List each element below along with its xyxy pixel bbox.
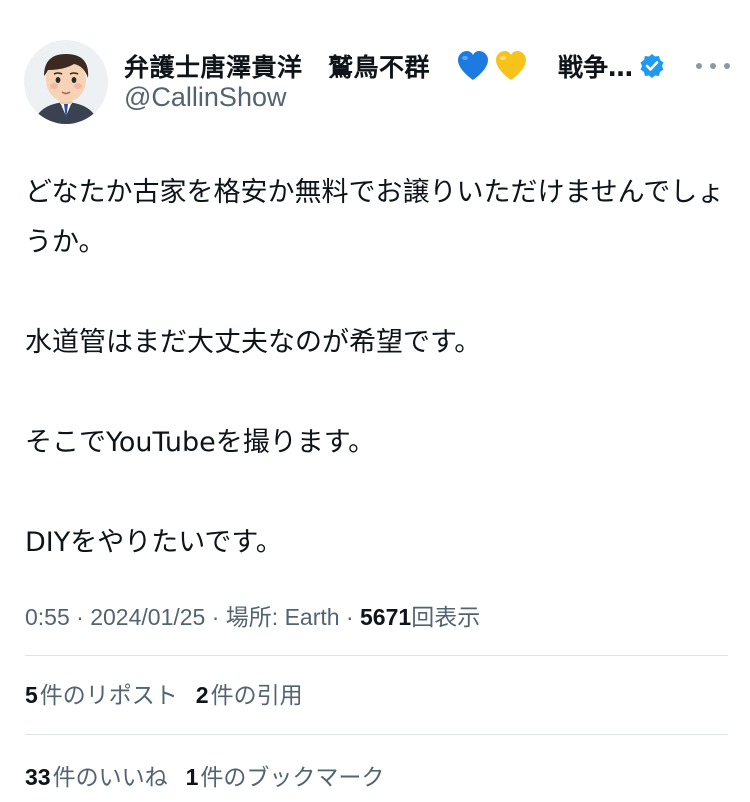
name-row: 弁護士唐澤貴洋 鷲鳥不群 戦争…: [124, 46, 730, 86]
likes-stat[interactable]: 33件のいいね: [25, 758, 168, 792]
quotes-label: 件の引用: [210, 682, 303, 708]
divider: [25, 734, 728, 735]
blue-heart-icon: [458, 51, 489, 80]
likes-count: 33: [25, 764, 51, 790]
meta-separator: ·: [76, 604, 91, 630]
avatar-illustration: [24, 40, 108, 124]
meta-separator: ·: [211, 604, 226, 630]
reposts-stat[interactable]: 5件のリポスト: [25, 676, 178, 710]
quotes-stat[interactable]: 2件の引用: [196, 676, 303, 710]
meta-separator: ·: [345, 604, 361, 630]
reposts-label: 件のリポスト: [39, 682, 178, 708]
bookmarks-stat[interactable]: 1件のブックマーク: [186, 758, 385, 792]
more-options-icon[interactable]: [696, 56, 730, 76]
tweet-time[interactable]: 0:55: [25, 604, 70, 630]
bookmarks-label: 件のブックマーク: [200, 764, 385, 790]
display-name-suffix[interactable]: 戦争…: [558, 48, 633, 84]
tweet-paragraph: そこでYouTubeを撮ります。: [25, 427, 376, 458]
likes-label: 件のいいね: [52, 764, 168, 790]
tweet-paragraph: どなたか古家を格安か無料でお譲りいただけませんでしょうか。: [25, 177, 725, 258]
tweet-date[interactable]: 2024/01/25: [90, 604, 205, 630]
divider: [25, 655, 728, 656]
bookmarks-count: 1: [185, 764, 199, 790]
tweet-location: 場所: Earth: [225, 604, 340, 630]
dot: [724, 63, 730, 69]
tweet-meta: 0:55 · 2024/01/25 · 場所: Earth · 5671回表示: [25, 598, 480, 632]
quotes-count: 2: [195, 682, 209, 708]
tweet-text: どなたか古家を格安か無料でお譲りいただけませんでしょうか。 水道管はまだ大丈夫な…: [25, 168, 730, 568]
tweet-paragraph: DIYをやりたいです。: [25, 527, 283, 558]
tweet-paragraph: 水道管はまだ大丈夫なのが希望です。: [25, 327, 482, 358]
tweet-header: 弁護士唐澤貴洋 鷲鳥不群 戦争… @CallinShow: [24, 40, 730, 124]
reposts-count: 5: [25, 682, 38, 708]
emoji-group: [456, 50, 528, 82]
dot: [710, 63, 716, 69]
dot: [696, 63, 702, 69]
user-handle[interactable]: @CallinShow: [124, 82, 286, 113]
yellow-heart-icon: [496, 51, 527, 80]
stats-row: 33件のいいね 1件のブックマーク: [25, 758, 384, 792]
tweet-detail: 弁護士唐澤貴洋 鷲鳥不群 戦争… @CallinShow どなたか古家を格安か無…: [0, 0, 750, 802]
avatar[interactable]: [24, 40, 108, 124]
stats-row: 5件のリポスト 2件の引用: [25, 676, 303, 710]
views-label: 回表示: [411, 604, 481, 630]
verified-badge-icon[interactable]: [639, 53, 665, 79]
display-name[interactable]: 弁護士唐澤貴洋 鷲鳥不群: [124, 48, 430, 84]
views-count: 5671: [360, 604, 412, 630]
